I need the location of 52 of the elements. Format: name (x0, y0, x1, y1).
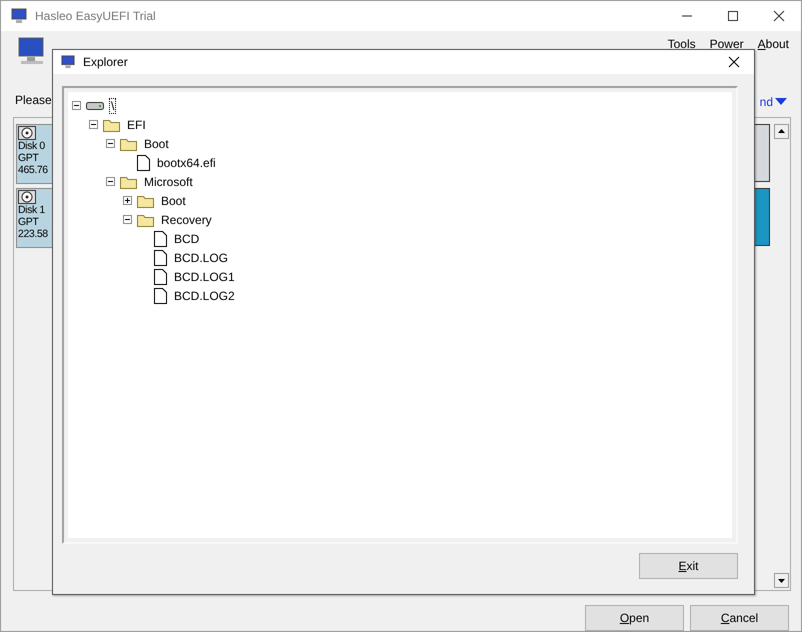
window-title: Hasleo EasyUEFI Trial (35, 8, 156, 23)
monitor-icon (11, 8, 27, 24)
dialog-button[interactable]: Cancel (690, 605, 789, 631)
dialog-button[interactable]: Open (585, 605, 684, 631)
collapse-icon[interactable] (123, 215, 132, 224)
caret-icon[interactable] (775, 98, 787, 106)
folder-icon (137, 212, 154, 226)
file-icon (154, 268, 167, 284)
tree-item[interactable]: Microsoft (142, 174, 195, 190)
monitor-icon (61, 55, 75, 69)
tree-item[interactable]: bootx64.efi (155, 154, 218, 170)
collapse-icon[interactable] (89, 120, 98, 129)
file-icon (154, 288, 167, 304)
dialog-title: Explorer (83, 55, 128, 69)
file-icon (154, 250, 167, 266)
folder-icon (137, 194, 154, 208)
disk-size: 465.76 (18, 164, 49, 176)
tree-item[interactable]: BCD.LOG (172, 250, 230, 266)
file-icon (137, 154, 150, 170)
scroll-up-icon[interactable] (774, 124, 789, 139)
scroll-down-icon[interactable] (774, 573, 789, 588)
collapse-icon[interactable] (106, 139, 115, 148)
tree-item[interactable]: BCD.LOG2 (172, 288, 237, 304)
folder-icon (120, 136, 137, 150)
menu-item[interactable]: Power (710, 36, 744, 51)
tree-item[interactable]: Boot (142, 136, 171, 152)
menu-item[interactable]: Tools (668, 36, 696, 51)
disk-name: Disk 0 (18, 140, 46, 152)
disk-style: GPT (18, 152, 40, 164)
close-icon[interactable] (728, 56, 740, 68)
tree-item[interactable]: EFI (125, 116, 148, 132)
prompt-text: Please (15, 92, 52, 109)
collapse-icon[interactable] (72, 101, 81, 110)
menu-item[interactable]: About (758, 36, 789, 51)
exit-button[interactable]: Exit (639, 553, 738, 579)
disk-name: Disk 1 (18, 204, 46, 216)
tree-item[interactable]: Recovery (159, 212, 214, 228)
collapse-icon[interactable] (106, 177, 115, 186)
maximize-icon[interactable] (727, 10, 739, 22)
folder-icon (103, 118, 120, 132)
close-icon[interactable] (773, 10, 785, 22)
disk-style: GPT (18, 216, 40, 228)
tree-item[interactable]: BCD.LOG1 (172, 268, 237, 284)
more-link[interactable]: nd (760, 94, 773, 109)
expand-icon[interactable] (123, 196, 132, 205)
folder-icon (120, 174, 137, 188)
tree-item[interactable]: Boot (159, 192, 188, 208)
drive-icon (86, 100, 104, 110)
disk-size: 223.58 (18, 228, 49, 240)
tree-item[interactable]: \ (109, 98, 116, 114)
file-icon (154, 230, 167, 246)
tree-item[interactable]: BCD (172, 230, 202, 246)
